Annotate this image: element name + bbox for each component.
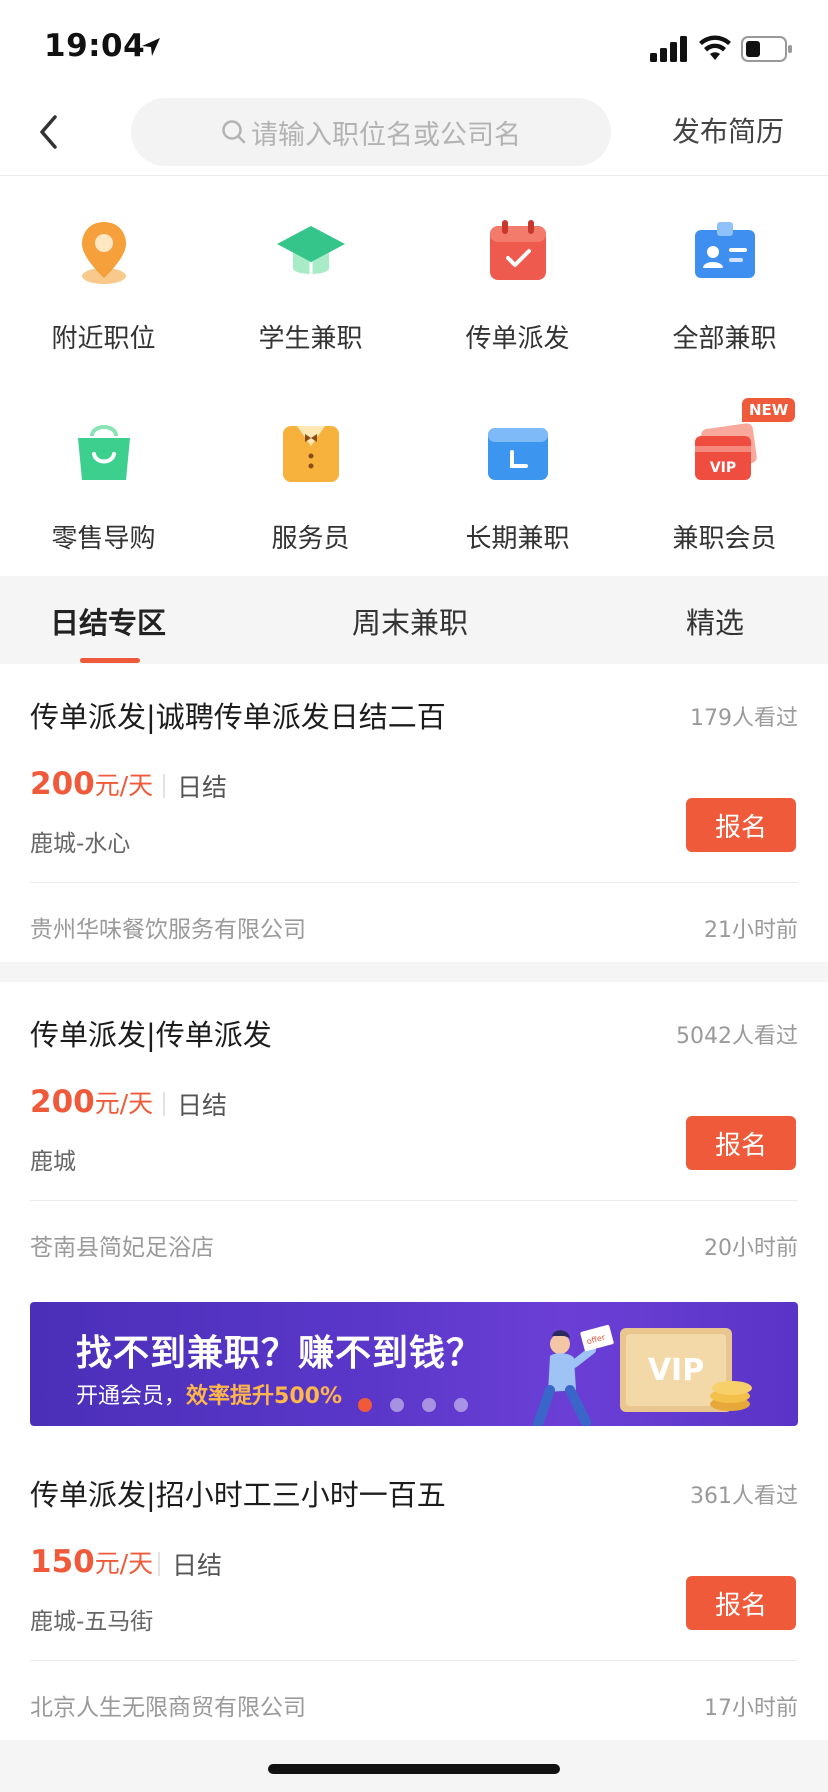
banner-sub-prefix: 开通会员， [76,1384,187,1409]
waiter-uniform-icon [283,426,339,482]
status-bar: 19:04 [0,0,828,92]
id-card-icon [695,222,755,278]
vip-icon-text: VIP [710,460,736,476]
post-time: 17小时前 [704,1696,798,1721]
category-label: 长期兼职 [465,524,570,554]
apply-button[interactable]: 报名 [686,1116,796,1170]
nav-bar: 请输入职位名或公司名 发布简历 [0,92,828,176]
job-views: 179人看过 [690,706,798,731]
salary-amount: 200 [30,766,95,802]
salary-unit: 元/天 [94,1089,154,1118]
vip-promo-banner[interactable]: 找不到兼职？赚不到钱？ 开通会员，效率提升500% offer VIP [30,1302,798,1426]
job-title: 传单派发|招小时工三小时一百五 [30,1478,446,1512]
company-name: 苍南县简妃足浴店 [30,1235,214,1261]
active-tab-indicator [80,658,140,663]
job-title: 传单派发|传单派发 [30,1018,272,1052]
search-placeholder: 请输入职位名或公司名 [251,119,521,151]
status-time: 19:04 [44,28,146,64]
search-input[interactable]: 请输入职位名或公司名 [131,98,611,166]
job-salary: 200元/天 [30,766,153,802]
category-nearby-jobs[interactable]: 附近职位 [0,196,207,366]
cell-signal-icon [650,36,687,62]
job-card[interactable]: 传单派发|传单派发 5042人看过 200元/天 日结 鹿城 报名 苍南县简妃足… [0,982,828,1280]
salary-amount: 150 [30,1544,95,1580]
category-all-jobs[interactable]: 全部兼职 [621,196,828,366]
salary-unit: 元/天 [94,771,154,800]
category-label: 学生兼职 [258,324,363,354]
job-location: 鹿城-水心 [30,831,131,857]
job-card[interactable]: 传单派发|招小时工三小时一百五 361人看过 150元/天 日结 鹿城-五马街 … [0,1442,828,1740]
category-label: 全部兼职 [672,324,777,354]
settle-type: 日结 [177,773,228,802]
divider [163,1092,165,1116]
job-location: 鹿城-五马街 [30,1609,154,1635]
shopping-bag-icon [78,425,130,480]
category-label: 零售导购 [51,524,156,554]
section-gap [0,962,828,982]
settle-type: 日结 [172,1551,223,1580]
back-button[interactable] [28,108,68,156]
company-name: 北京人生无限商贸有限公司 [30,1695,306,1721]
job-views: 5042人看过 [676,1024,798,1049]
category-student-jobs[interactable]: 学生兼职 [207,196,414,366]
category-grid: 附近职位 学生兼职 传单派发 全部兼职 零售导购 服务员 长期兼职 VIP 兼职… [0,196,828,576]
job-salary: 150元/天 [30,1544,153,1580]
category-retail-sales[interactable]: 零售导购 [0,396,207,566]
divider [30,1200,798,1201]
wifi-icon [699,35,731,60]
location-arrow-icon [142,38,160,56]
salary-amount: 200 [30,1084,95,1120]
chevron-left-icon [40,115,57,149]
divider [158,1552,160,1576]
pagination-dot[interactable] [422,1398,436,1412]
pagination-dot[interactable] [454,1398,468,1412]
banner-sub-highlight: 效率提升500% [186,1384,342,1409]
banner-subtitle: 开通会员，效率提升500% [76,1378,342,1410]
divider [30,1660,798,1661]
publish-resume-button[interactable]: 发布简历 [672,110,784,150]
pagination-dot[interactable] [390,1398,404,1412]
category-long-term[interactable]: 长期兼职 [414,396,621,566]
post-time: 21小时前 [704,918,798,943]
category-vip-member[interactable]: VIP 兼职会员 [621,396,828,566]
apply-button[interactable]: 报名 [686,1576,796,1630]
home-indicator[interactable] [268,1764,560,1774]
job-card[interactable]: 传单派发|诚聘传单派发日结二百 179人看过 200元/天 日结 鹿城-水心 报… [0,664,828,962]
vip-card-icon: VIP [695,423,757,480]
graduation-cap-icon [277,226,345,274]
category-flyer-distribution[interactable]: 传单派发 [414,196,621,366]
tab-featured[interactable]: 精选 [686,600,744,642]
category-waiter[interactable]: 服务员 [207,396,414,566]
divider [30,882,798,883]
battery-icon [741,36,792,62]
job-salary: 200元/天 [30,1084,153,1120]
vip-card-illustration-icon: VIP [620,1328,752,1412]
vip-card-text: VIP [648,1353,704,1388]
category-label: 服务员 [271,524,350,554]
long-term-card-icon [488,428,548,480]
banner-title: 找不到兼职？赚不到钱？ [76,1333,484,1374]
job-location: 鹿城 [30,1149,76,1175]
calendar-check-icon [490,220,546,280]
tab-daily-settlement[interactable]: 日结专区 [50,600,166,642]
divider [163,774,165,798]
section-gap [0,1426,828,1442]
banner-pagination [358,1398,468,1412]
job-title: 传单派发|诚聘传单派发日结二百 [30,700,446,734]
job-views: 361人看过 [690,1484,798,1509]
location-pin-icon [82,222,126,284]
apply-button[interactable]: 报名 [686,798,796,852]
post-time: 20小时前 [704,1236,798,1261]
salary-unit: 元/天 [94,1549,154,1578]
new-badge: NEW [742,398,796,422]
pagination-dot[interactable] [358,1398,372,1412]
category-label: 附近职位 [51,324,156,354]
category-label: 兼职会员 [672,524,777,554]
company-name: 贵州华味餐饮服务有限公司 [30,917,306,943]
filter-tabs: 日结专区 周末兼职 精选 [0,576,828,664]
settle-type: 日结 [177,1091,228,1120]
category-label: 传单派发 [465,324,570,354]
tab-weekend-jobs[interactable]: 周末兼职 [352,600,468,642]
search-icon [222,120,246,144]
